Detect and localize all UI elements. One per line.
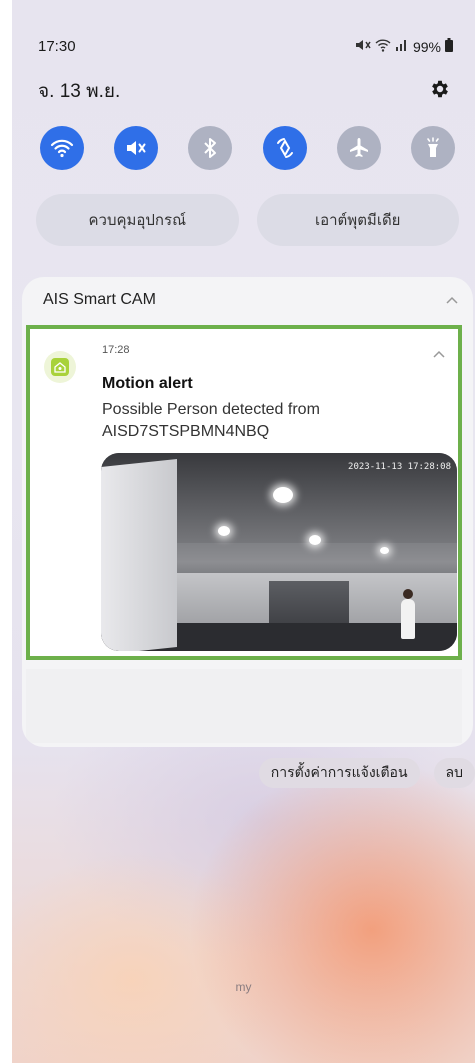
battery-icon (445, 38, 453, 55)
app-name: AIS Smart CAM (43, 291, 156, 308)
chevron-up-icon[interactable] (432, 349, 446, 359)
detected-person (401, 599, 415, 639)
airplane-toggle[interactable] (336, 126, 381, 170)
signal-icon (395, 38, 409, 55)
wifi-icon (50, 139, 74, 158)
gear-icon[interactable] (429, 78, 451, 100)
sound-toggle[interactable] (114, 126, 159, 170)
notification-title: Motion alert (102, 375, 193, 392)
status-bar: 17:30 99% (38, 38, 453, 60)
camera-snapshot[interactable]: 2023-11-13 17:28:08 (101, 453, 457, 651)
bluetooth-toggle[interactable] (188, 126, 233, 170)
image-timestamp: 2023-11-13 17:28:08 (348, 462, 451, 472)
app-icon (44, 351, 76, 383)
battery-level: 99% (412, 38, 441, 55)
empty-notification-area (26, 669, 462, 743)
date-label: จ. 13 พ.ย. (38, 81, 121, 102)
wifi-toggle[interactable] (40, 126, 84, 170)
camera-boxes (101, 459, 177, 651)
date-row: จ. 13 พ.ย. (38, 76, 451, 104)
auto-rotate-toggle[interactable] (262, 126, 307, 170)
mute-icon (355, 38, 371, 55)
notification-shade: 17:30 99% จ. 13 พ.ย. ควบคุมอุปกรณ์ เอาต์… (12, 0, 475, 1063)
flashlight-icon (427, 137, 439, 157)
detected-person-head (403, 589, 413, 599)
rotate-icon (276, 138, 293, 158)
status-time: 17:30 (38, 38, 76, 55)
clear-button[interactable]: ลบ (433, 758, 475, 788)
ceiling-light (273, 487, 293, 503)
media-output-button[interactable]: เอาต์พุตมีเดีย (256, 194, 459, 246)
ceiling-light (380, 547, 389, 554)
mute-icon (127, 141, 146, 155)
airplane-icon (349, 138, 368, 157)
carrier-label: my (235, 980, 252, 994)
ceiling-light (218, 526, 230, 536)
notification-body: Possible Person detected from AISD7STSPB… (102, 401, 320, 440)
wifi-icon (375, 38, 391, 55)
flashlight-toggle[interactable] (410, 126, 455, 170)
chevron-up-icon[interactable] (445, 295, 459, 305)
ceiling-light (309, 535, 321, 545)
bluetooth-icon (204, 138, 217, 158)
notification-group-header[interactable]: AIS Smart CAM (22, 277, 473, 321)
notification-actions: การตั้งค่าการแจ้งเตือน ลบ (258, 758, 475, 788)
shortcut-pills: ควบคุมอุปกรณ์ เอาต์พุตมีเดีย (36, 194, 459, 246)
status-icons: 99% (355, 38, 453, 55)
motion-alert-notification[interactable]: 17:28 Motion alert Possible Person detec… (26, 325, 462, 660)
home-camera-icon (51, 358, 69, 376)
quick-settings (40, 126, 455, 170)
device-control-button[interactable]: ควบคุมอุปกรณ์ (36, 194, 239, 246)
notification-settings-button[interactable]: การตั้งค่าการแจ้งเตือน (258, 758, 420, 788)
notification-panel: AIS Smart CAM 17:28 Motion alert Possibl… (22, 277, 473, 747)
notification-time: 17:28 (102, 344, 130, 356)
